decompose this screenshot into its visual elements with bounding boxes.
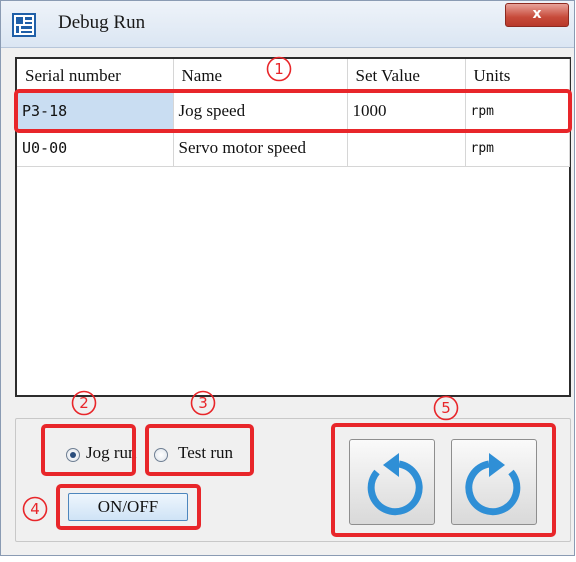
column-header-set-value[interactable]: Set Value <box>347 59 466 93</box>
window-title: Debug Run <box>58 12 146 33</box>
test-run-label[interactable]: Test run <box>178 443 233 463</box>
annotation-marker-1: 1 <box>266 56 292 82</box>
name-cell[interactable]: Jog speed <box>173 92 348 130</box>
annotation-marker-3: 3 <box>190 390 216 416</box>
close-icon: x <box>532 6 542 22</box>
jog-run-label[interactable]: Jog run <box>86 443 137 463</box>
close-button[interactable]: x <box>505 3 569 27</box>
title-bar: Debug Run x <box>1 1 574 48</box>
table-row[interactable]: P3-18 Jog speed 1000 rpm <box>17 92 570 130</box>
test-run-radio[interactable] <box>154 448 168 462</box>
onoff-button[interactable]: ON/OFF <box>68 493 188 521</box>
table-row[interactable]: U0-00 Servo motor speed rpm <box>17 129 570 167</box>
rotate-clockwise-icon <box>465 453 521 516</box>
units-cell[interactable]: rpm <box>465 129 570 167</box>
serial-cell[interactable]: P3-18 <box>17 92 174 130</box>
annotation-marker-4: 4 <box>22 496 48 522</box>
annotation-marker-5: 5 <box>433 395 459 421</box>
column-header-name[interactable]: Name <box>173 59 348 93</box>
parameter-table: Serial number Name Set Value Units P3-18… <box>15 57 571 397</box>
column-header-serial[interactable]: Serial number <box>17 59 174 93</box>
app-icon <box>12 13 36 37</box>
rotate-counterclockwise-icon <box>367 453 423 516</box>
set-value-cell[interactable]: 1000 <box>347 92 466 130</box>
debug-run-window: Debug Run x Serial number Name Set Value… <box>0 0 575 556</box>
jog-run-radio[interactable] <box>66 448 80 462</box>
table-header-row: Serial number Name Set Value Units <box>17 59 570 93</box>
annotation-marker-2: 2 <box>71 390 97 416</box>
name-cell[interactable]: Servo motor speed <box>173 129 348 167</box>
set-value-cell[interactable] <box>347 129 466 167</box>
serial-cell[interactable]: U0-00 <box>17 129 174 167</box>
units-cell[interactable]: rpm <box>465 92 570 130</box>
column-header-units[interactable]: Units <box>465 59 570 93</box>
rotate-ccw-button[interactable] <box>349 439 435 525</box>
rotate-cw-button[interactable] <box>451 439 537 525</box>
